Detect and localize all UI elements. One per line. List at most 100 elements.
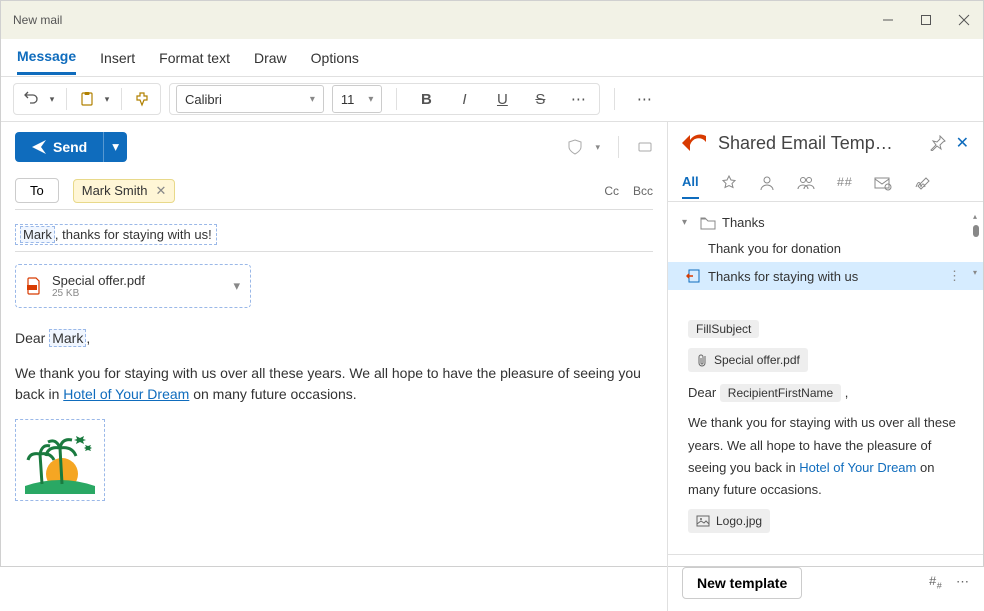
panel-tab-mail-icon[interactable]: [874, 167, 892, 199]
back-icon[interactable]: [682, 132, 708, 154]
scrollbar[interactable]: ▴ ▾: [973, 212, 979, 241]
preview-hotel-link[interactable]: Hotel of Your Dream: [799, 460, 916, 475]
bcc-button[interactable]: Bcc: [633, 184, 653, 198]
pin-icon[interactable]: [930, 135, 946, 151]
template-item-donation[interactable]: Thank you for donation: [668, 235, 983, 262]
remove-recipient-icon[interactable]: ✕: [155, 183, 166, 199]
preview-greeting-suffix: ,: [845, 385, 849, 400]
panel-tab-all[interactable]: All: [682, 166, 699, 199]
email-body[interactable]: Dear Mark, We thank you for staying with…: [15, 328, 653, 507]
attachment-size: 25 KB: [52, 288, 223, 299]
template-item-staying[interactable]: Thanks for staying with us ⋮: [668, 262, 983, 290]
tab-draw[interactable]: Draw: [254, 42, 287, 74]
undo-icon[interactable]: [20, 87, 44, 111]
folder-icon: [700, 216, 716, 230]
panel-footer: New template ## ⋯: [668, 554, 983, 611]
tab-format-text[interactable]: Format text: [159, 42, 230, 74]
attachment-card[interactable]: Special offer.pdf 25 KB ▾: [15, 264, 251, 308]
attachment-chevron-icon[interactable]: ▾: [233, 278, 240, 294]
teaching-icon[interactable]: [637, 139, 653, 155]
folder-thanks[interactable]: ▾ Thanks: [668, 210, 983, 235]
send-button[interactable]: Send: [15, 132, 103, 162]
toolbar: ▾ ▾ Calibri ▾ 11 ▾ B I U S ⋯ ⋯: [1, 77, 983, 122]
tab-message[interactable]: Message: [17, 40, 76, 75]
more-commands-icon[interactable]: ⋯: [629, 85, 659, 113]
encryption-icon[interactable]: [567, 139, 583, 155]
chevron-down-icon: ▾: [310, 94, 315, 105]
hotel-link[interactable]: Hotel of Your Dream: [63, 386, 189, 402]
attachment-name: Special offer.pdf: [52, 273, 223, 288]
preview-greeting-prefix: Dear: [688, 385, 720, 400]
send-dropdown[interactable]: ▾: [103, 132, 127, 162]
font-name-select[interactable]: Calibri ▾: [176, 85, 324, 113]
send-label: Send: [53, 139, 87, 155]
paste-icon[interactable]: [75, 87, 99, 111]
chevron-down-icon: ▾: [682, 217, 694, 228]
cc-button[interactable]: Cc: [604, 184, 619, 198]
send-icon: [31, 139, 47, 155]
to-button[interactable]: To: [15, 178, 59, 203]
fillsubject-macro: FillSubject: [688, 320, 759, 338]
footer-hash-icon[interactable]: ##: [929, 574, 942, 592]
preview-attachment-name: Special offer.pdf: [714, 350, 800, 370]
panel-tabs: All ##: [668, 164, 983, 202]
logo-image: [15, 419, 105, 501]
body-para-after: on many future occasions.: [189, 386, 356, 402]
more-formatting-icon[interactable]: ⋯: [563, 85, 593, 113]
window-title: New mail: [13, 13, 62, 27]
subject-macro: Mark: [20, 226, 55, 243]
font-size-value: 11: [341, 92, 355, 107]
greeting-suffix: ,: [86, 330, 90, 346]
send-button-group: Send ▾: [15, 132, 127, 162]
to-row: To Mark Smith ✕ Cc Bcc: [15, 172, 653, 210]
panel-tab-sign-icon[interactable]: [914, 167, 932, 199]
preview-attachment: Special offer.pdf: [688, 348, 808, 372]
minimize-icon[interactable]: [881, 13, 895, 27]
bold-icon[interactable]: B: [411, 85, 441, 113]
chevron-down-icon: ▾: [368, 94, 373, 105]
template-tree: ▴ ▾ ▾ Thanks Thank you for donation Than…: [668, 202, 983, 298]
panel-tab-person-icon[interactable]: [759, 167, 775, 199]
folder-label: Thanks: [722, 215, 765, 230]
panel-close-icon[interactable]: ✕: [956, 133, 969, 153]
footer-more-icon[interactable]: ⋯: [956, 574, 969, 592]
italic-icon[interactable]: I: [449, 85, 479, 113]
new-template-button[interactable]: New template: [682, 567, 802, 599]
panel-title: Shared Email Temp…: [718, 133, 920, 154]
item-more-icon[interactable]: ⋮: [948, 268, 969, 284]
paste-dropdown-icon[interactable]: ▾: [101, 87, 113, 111]
maximize-icon[interactable]: [919, 13, 933, 27]
font-name-value: Calibri: [185, 92, 222, 107]
insert-template-icon: [686, 269, 700, 283]
recipient-chip[interactable]: Mark Smith ✕: [73, 179, 176, 203]
panel-tab-hash-icon[interactable]: ##: [837, 167, 853, 198]
paperclip-icon: [696, 353, 708, 367]
font-size-select[interactable]: 11 ▾: [332, 85, 383, 113]
greeting-macro: Mark: [49, 329, 86, 347]
tab-options[interactable]: Options: [311, 42, 359, 74]
toolbar-group-font: Calibri ▾ 11 ▾ B I U S ⋯: [169, 83, 600, 115]
preview-logo: Logo.jpg: [688, 509, 770, 533]
undo-dropdown-icon[interactable]: ▾: [46, 87, 58, 111]
header-more-icon[interactable]: ▾: [595, 142, 600, 153]
greeting-prefix: Dear: [15, 330, 49, 346]
panel-tab-favorites-icon[interactable]: [721, 167, 737, 199]
underline-icon[interactable]: U: [487, 85, 517, 113]
template-preview: FillSubject Special offer.pdf Dear Recip…: [668, 298, 983, 554]
ribbon-tabs: Message Insert Format text Draw Options: [1, 39, 983, 77]
tab-insert[interactable]: Insert: [100, 42, 135, 74]
titlebar: New mail: [1, 1, 983, 39]
template-panel: Shared Email Temp… ✕ All ## ▴ ▾ ▾ Thanks: [667, 122, 983, 611]
strikethrough-icon[interactable]: S: [525, 85, 555, 113]
subject-row[interactable]: Mark, thanks for staying with us!: [15, 218, 653, 252]
panel-tab-people-icon[interactable]: [797, 167, 815, 199]
preview-logo-name: Logo.jpg: [716, 511, 762, 531]
toolbar-group-undo: ▾ ▾: [13, 83, 161, 115]
subject-text: Mark, thanks for staying with us!: [15, 224, 217, 245]
format-painter-icon[interactable]: [130, 87, 154, 111]
panel-header: Shared Email Temp… ✕: [668, 122, 983, 164]
close-icon[interactable]: [957, 13, 971, 27]
window-controls: [881, 13, 971, 27]
image-icon: [696, 515, 710, 527]
recipient-firstname-macro: RecipientFirstName: [720, 384, 841, 402]
